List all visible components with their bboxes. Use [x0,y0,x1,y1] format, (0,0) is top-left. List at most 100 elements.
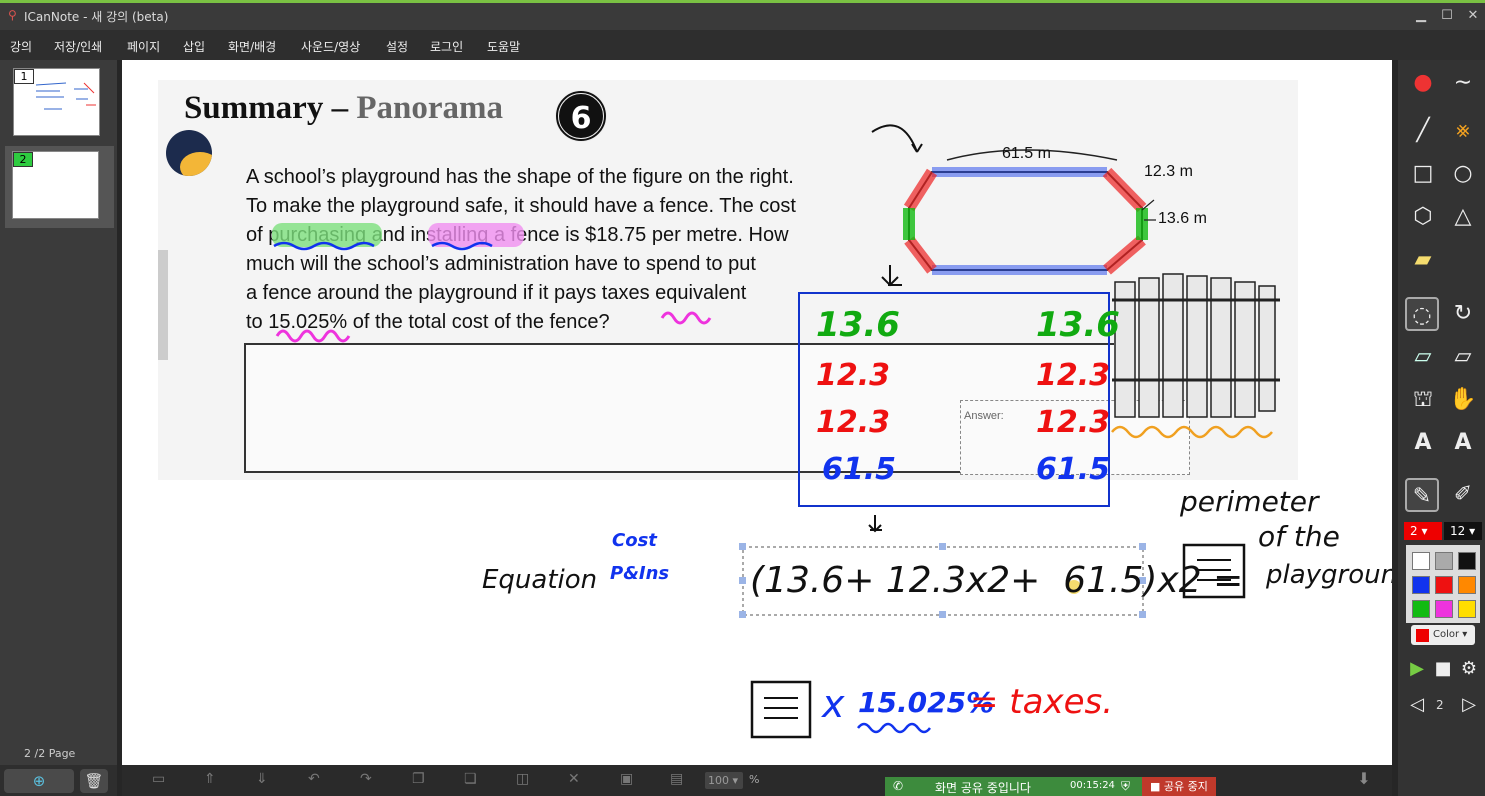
rectangle-icon[interactable]: □ [1406,157,1440,191]
ink-equation-label: Equation [482,565,598,595]
menu-help[interactable]: 도움말 [487,38,520,55]
slide-panel-footer: ⊕ 🗑 [0,765,117,796]
fit-screen-icon[interactable]: ▭ [152,771,165,787]
menu-settings[interactable]: 설정 [386,38,408,55]
ink-right-4: 61.5 [1036,452,1111,487]
color-swatch-blue[interactable] [1412,576,1430,594]
ink-right-1: 13.6 [1036,305,1120,345]
highlighter-icon[interactable]: ▱ [1406,340,1440,374]
text-style-icon[interactable]: A [1446,426,1480,460]
line-icon[interactable]: ╱ [1406,114,1440,148]
share-status: 화면 공유 중입니다 [935,781,1031,795]
next-page-icon[interactable]: ▷ [1452,688,1485,722]
record-icon[interactable]: ● [1406,66,1440,100]
menu-save-print[interactable]: 저장/인쇄 [54,38,102,55]
bring-front-icon[interactable]: ▣ [620,771,633,787]
close-button[interactable]: ✕ [1462,7,1484,25]
trash-icon[interactable]: 🗑 [80,769,108,793]
rotate-icon[interactable]: ↻ [1446,297,1480,331]
menu-login[interactable]: 로그인 [430,38,463,55]
stroke-size-value: 2 [1410,524,1418,538]
zoom-value: 100 [708,774,729,787]
slide-thumbnail-2[interactable]: 2 [12,151,99,219]
move-down-icon[interactable]: ⇓ [256,771,268,787]
menu-lecture[interactable]: 강의 [10,38,32,55]
ink-right-3: 12.3 [1036,405,1111,440]
eraser-icon[interactable]: ▱ [1446,340,1480,374]
settings-icon[interactable]: ⚙ [1452,652,1485,686]
color-swatch-white[interactable] [1412,552,1430,570]
current-color [1416,629,1429,642]
ink-perimeter-3: playground [1266,560,1392,590]
color-swatch-magenta[interactable] [1435,600,1453,618]
ink-left-4: 61.5 [822,452,897,487]
prev-page-icon[interactable]: ◁ [1400,688,1434,722]
share-timer: 00:15:24 [1070,780,1115,791]
ink-layer [272,124,1280,739]
ink-taxes: = taxes. [970,682,1114,722]
dimension-diagonal: 12.3 m [1144,163,1193,180]
freehand-icon[interactable]: ∼ [1446,66,1480,100]
hand-icon[interactable]: ✋ [1446,383,1480,417]
color-picker-button[interactable]: Color ▾ [1411,625,1475,645]
zoom-select[interactable]: 100 ▾ [705,772,743,789]
color-swatch-black[interactable] [1458,552,1476,570]
stamp-icon[interactable]: ⛫ [1406,383,1440,417]
ink-perimeter-1: perimeter [1180,485,1319,518]
font-size-select[interactable]: 12 ▾ [1444,522,1482,540]
menu-sound-video[interactable]: 사운드/영상 [301,38,360,55]
send-back-icon[interactable]: ▤ [670,771,683,787]
screen-share-bar: ✆ 화면 공유 중입니다 00:15:24 ⛨ ■ 공유 중지 [885,777,1216,796]
copy-icon[interactable]: ❐ [412,771,425,787]
color-swatch-red[interactable] [1435,576,1453,594]
add-slide-button[interactable]: ⊕ [4,769,74,793]
dimension-side: 13.6 m [1158,210,1207,227]
ink-left-3: 12.3 [816,405,891,440]
slide-thumbnail-1[interactable]: 1 [13,68,100,136]
app-window: ⚲ ICanNote - 새 강의 (beta) ▁ ☐ ✕ 강의 저장/인쇄 … [0,0,1485,796]
maximize-button[interactable]: ☐ [1436,7,1458,25]
text-icon[interactable]: A [1406,426,1440,460]
ink-pins-label: P&Ins [610,563,670,584]
fence-illustration [1112,273,1280,418]
menu-screen-background[interactable]: 화면/배경 [228,38,276,55]
color-swatch-green[interactable] [1412,600,1430,618]
app-pin-icon: ⚲ [8,8,17,22]
slide-number: 2 [13,152,33,167]
current-page: 2 [1436,698,1444,712]
delete-icon[interactable]: ✕ [568,771,580,787]
pen-icon[interactable]: ✎ [1405,478,1439,512]
pen-eraser-icon[interactable]: ✐ [1446,478,1480,512]
menu-page[interactable]: 페이지 [127,38,160,55]
ink-right-2: 12.3 [1036,358,1111,393]
stroke-size-select[interactable]: 2 ▾ [1404,522,1442,540]
ink-equation-expression: (13.6+ 12.3x2+ 61.5)x2 = [750,560,1244,601]
menu-insert[interactable]: 삽입 [183,38,205,55]
slide-preview [35,82,96,110]
circle-icon[interactable]: ○ [1446,157,1480,191]
lasso-select-icon[interactable]: ◌ [1405,297,1439,331]
scroll-down-icon[interactable]: ⬇ [1349,769,1379,791]
hexagon-icon[interactable]: ⬡ [1406,200,1440,234]
color-swatch-gray[interactable] [1435,552,1453,570]
select-icon[interactable]: ◫ [516,771,529,787]
paste-icon[interactable]: ❏ [464,771,477,787]
color-swatch-orange[interactable] [1458,576,1476,594]
triangle-icon[interactable]: △ [1446,200,1480,234]
color-swatch-yellow[interactable] [1458,600,1476,618]
minimize-button[interactable]: ▁ [1410,7,1432,25]
stop-sharing-button[interactable]: ■ 공유 중지 [1142,777,1216,796]
shield-icon: ⛨ [1121,779,1131,793]
crossline-icon[interactable]: ⨳ [1446,114,1480,148]
ink-times: x [822,682,845,726]
sticky-note-icon[interactable]: ▰ [1406,243,1440,277]
redo-icon[interactable]: ↷ [360,771,372,787]
note-canvas[interactable]: Summary – Panorama 6 A school’s playgrou… [122,60,1392,765]
ink-left-1: 13.6 [816,305,900,345]
menu-bar: 강의 저장/인쇄 페이지 삽입 화면/배경 사운드/영상 설정 로그인 도움말 [0,30,1485,60]
stop-sharing-label: 공유 중지 [1163,780,1208,793]
slide-panel: 1 2 [0,60,117,770]
move-up-icon[interactable]: ⇑ [204,771,216,787]
font-size-value: 12 [1450,524,1466,538]
undo-icon[interactable]: ↶ [308,771,320,787]
